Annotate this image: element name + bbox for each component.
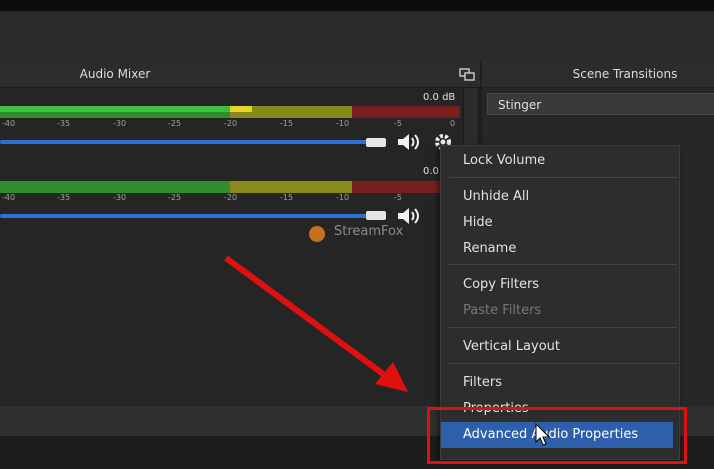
tick-label: -10 — [336, 193, 350, 202]
menu-separator — [449, 363, 677, 364]
channel-1-db-label: 0.0 dB — [423, 92, 456, 103]
tick-label: -35 — [57, 119, 71, 128]
watermark-text: StreamFox — [334, 224, 404, 239]
menu-item-rename[interactable]: Rename — [441, 236, 679, 262]
channel-2-db-label: 0.0 — [423, 166, 439, 177]
menu-item-hide[interactable]: Hide — [441, 210, 679, 236]
tick-label: -25 — [168, 119, 182, 128]
tick-label: -15 — [280, 193, 294, 202]
menu-separator — [449, 177, 677, 178]
transition-select[interactable]: Stinger — [487, 93, 714, 115]
speaker-icon[interactable] — [396, 132, 422, 156]
tick-label: -30 — [113, 193, 127, 202]
menu-item-copy-filters[interactable]: Copy Filters — [441, 272, 679, 298]
menu-item-paste-filters: Paste Filters — [463, 303, 542, 318]
menu-separator — [449, 327, 677, 328]
tick-label: -10 — [336, 119, 350, 128]
channel-1-ticks: -40 -35 -30 -25 -20 -15 -10 -5 0 — [0, 119, 460, 129]
annotation-highlight-box — [427, 407, 687, 464]
channel-2-volume-slider[interactable] — [0, 214, 372, 218]
top-bar — [0, 0, 714, 11]
tick-label: -35 — [57, 193, 71, 202]
tick-label: -30 — [113, 119, 127, 128]
mouse-cursor-icon — [535, 422, 551, 451]
tick-label: -20 — [224, 193, 238, 202]
preview-area — [0, 11, 714, 61]
tick-label: -40 — [2, 193, 16, 202]
channel-2-ticks: -40 -35 -30 -25 -20 -15 -10 -5 0 — [0, 193, 460, 203]
tick-label: -20 — [224, 119, 238, 128]
menu-item-vertical-layout[interactable]: Vertical Layout — [441, 334, 679, 360]
tick-label: -25 — [168, 193, 182, 202]
tick-label: -15 — [280, 119, 294, 128]
menu-item-lock-volume[interactable]: Lock Volume — [441, 148, 679, 174]
channel-1-volume-handle[interactable] — [366, 138, 386, 147]
menu-item-unhide-all[interactable]: Unhide All — [441, 184, 679, 210]
channel-2-volume-handle[interactable] — [366, 211, 386, 220]
tick-label: -5 — [394, 119, 402, 128]
audio-mixer-title: Audio Mixer — [79, 67, 151, 81]
tick-label: -40 — [2, 119, 16, 128]
streamfox-logo-icon — [309, 226, 325, 242]
tick-label: 0 — [450, 119, 456, 128]
channel-1-meter-lower — [0, 112, 460, 118]
popout-icon[interactable] — [459, 67, 475, 81]
tick-label: -5 — [394, 193, 402, 202]
channel-1-volume-slider[interactable] — [0, 140, 372, 144]
menu-separator — [449, 264, 677, 265]
scene-transitions-title: Scene Transitions — [572, 67, 678, 81]
menu-item-filters[interactable]: Filters — [441, 370, 679, 396]
